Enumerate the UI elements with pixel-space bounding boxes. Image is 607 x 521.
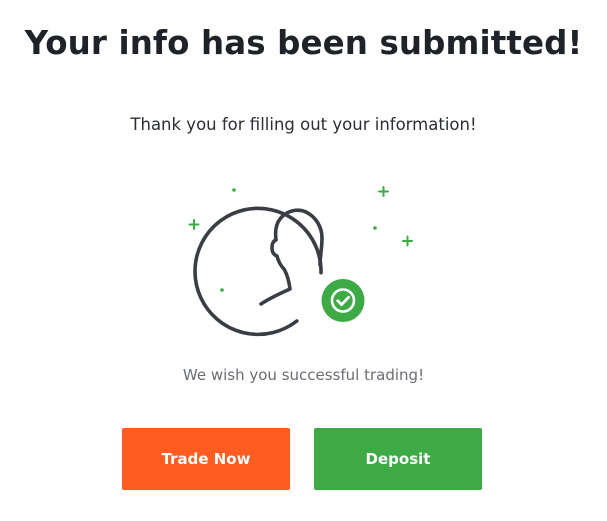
sparkle-plus-icon bbox=[188, 219, 200, 230]
sparkle-dot-icon bbox=[232, 188, 236, 192]
check-circle-icon bbox=[321, 279, 365, 322]
page-subtitle: Thank you for filling out your informati… bbox=[130, 115, 477, 134]
trade-now-button[interactable]: Trade Now bbox=[122, 428, 290, 490]
sparkle-icons bbox=[188, 186, 413, 292]
success-message: We wish you successful trading! bbox=[182, 366, 425, 384]
user-silhouette-icon bbox=[193, 206, 324, 337]
sparkle-dot-icon bbox=[373, 226, 377, 230]
submission-illustration bbox=[188, 186, 413, 337]
sparkle-plus-icon bbox=[402, 235, 413, 247]
sparkle-plus-icon bbox=[378, 186, 389, 197]
page-title: Your info has been submitted! bbox=[24, 24, 583, 62]
deposit-button[interactable]: Deposit bbox=[314, 428, 482, 490]
sparkle-dot-icon bbox=[220, 288, 224, 292]
